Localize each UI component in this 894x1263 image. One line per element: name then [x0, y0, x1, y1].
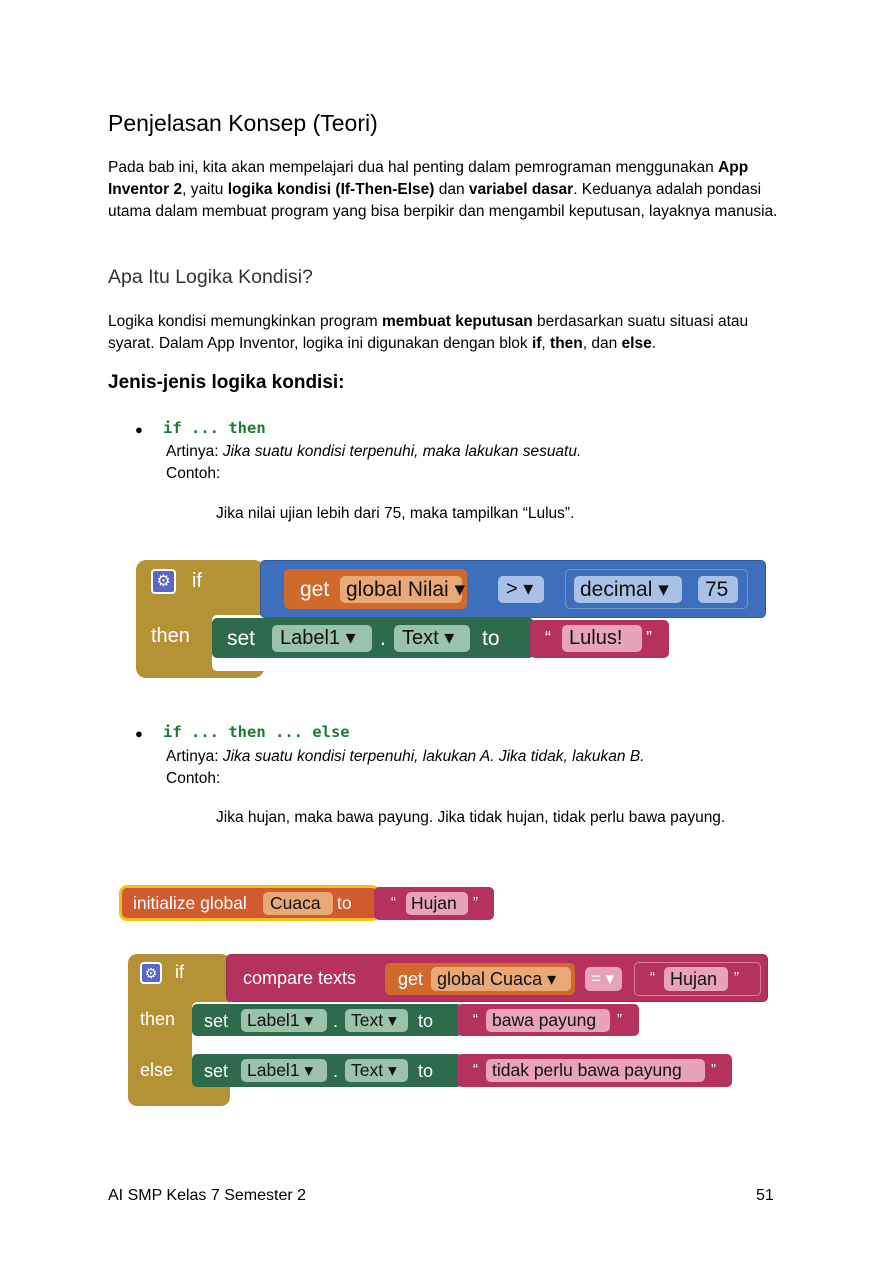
example-1: Jika nilai ujian lebih dari 75, maka tam… — [216, 505, 575, 522]
property-dropdown[interactable]: Text ▾ — [345, 1059, 408, 1082]
init-text-field[interactable]: Hujan — [406, 892, 468, 915]
gear-icon: ⚙ — [151, 569, 176, 594]
if-label: if — [192, 570, 202, 592]
gear-icon: ⚙ — [140, 962, 162, 984]
subheading: Apa Itu Logika Kondisi? — [108, 266, 313, 288]
example-2: Jika hujan, maka bawa payung. Jika tidak… — [216, 809, 726, 826]
operator-dropdown[interactable]: > ▾ — [498, 576, 544, 603]
varname-field[interactable]: Cuaca — [263, 892, 333, 915]
property-dropdown[interactable]: Text ▾ — [345, 1009, 408, 1032]
text-field[interactable]: Lulus! — [562, 625, 642, 652]
else-text-field[interactable]: tidak perlu bawa payung — [486, 1059, 705, 1082]
logika-paragraph: Logika kondisi memungkinkan program memb… — [108, 313, 749, 352]
artinya-2: Artinya: Jika suatu kondisi terpenuhi, l… — [166, 748, 645, 765]
cuaca-dropdown[interactable]: global Cuaca ▾ — [431, 967, 571, 991]
eq-dropdown[interactable]: = ▾ — [585, 967, 622, 991]
number-field[interactable]: 75 — [698, 576, 738, 603]
contoh-1: Contoh: — [166, 465, 221, 482]
then-text-field[interactable]: bawa payung — [486, 1009, 610, 1032]
property-dropdown[interactable]: Text ▾ — [394, 625, 470, 652]
component-dropdown[interactable]: Label1 ▾ — [241, 1059, 327, 1082]
footer-title: AI SMP Kelas 7 Semester 2 — [108, 1187, 307, 1204]
var-dropdown[interactable]: global Nilai ▾ — [340, 576, 465, 603]
page-title: Penjelasan Konsep (Teori) — [108, 110, 378, 136]
then-label: then — [151, 625, 190, 647]
bullet-2: ● — [135, 726, 143, 741]
initialize-global-block: initialize global Cuaca to “ Hujan ” — [119, 885, 499, 925]
contoh-2: Contoh: — [166, 770, 221, 787]
artinya-1: Artinya: Jika suatu kondisi terpenuhi, m… — [166, 443, 582, 460]
intro-paragraph: Pada bab ini, kita akan mempelajari dua … — [108, 159, 778, 220]
component-dropdown[interactable]: Label1 ▾ — [241, 1009, 327, 1032]
component-dropdown[interactable]: Label1 ▾ — [272, 625, 372, 652]
bullet-1: ● — [135, 422, 143, 437]
block-if-then-else: ⚙ if then else compare texts get global … — [128, 954, 773, 1110]
code-if-then-else: if ... then ... else — [163, 723, 350, 741]
compare-text-field[interactable]: Hujan — [664, 967, 728, 991]
block-if-then: ⚙ if then get global Nilai ▾ > ▾ decimal… — [136, 560, 768, 685]
jenis-heading: Jenis-jenis logika kondisi: — [108, 372, 345, 393]
page-number: 51 — [756, 1187, 774, 1204]
code-if-then: if ... then — [163, 419, 266, 437]
decimal-dropdown[interactable]: decimal ▾ — [574, 576, 682, 603]
